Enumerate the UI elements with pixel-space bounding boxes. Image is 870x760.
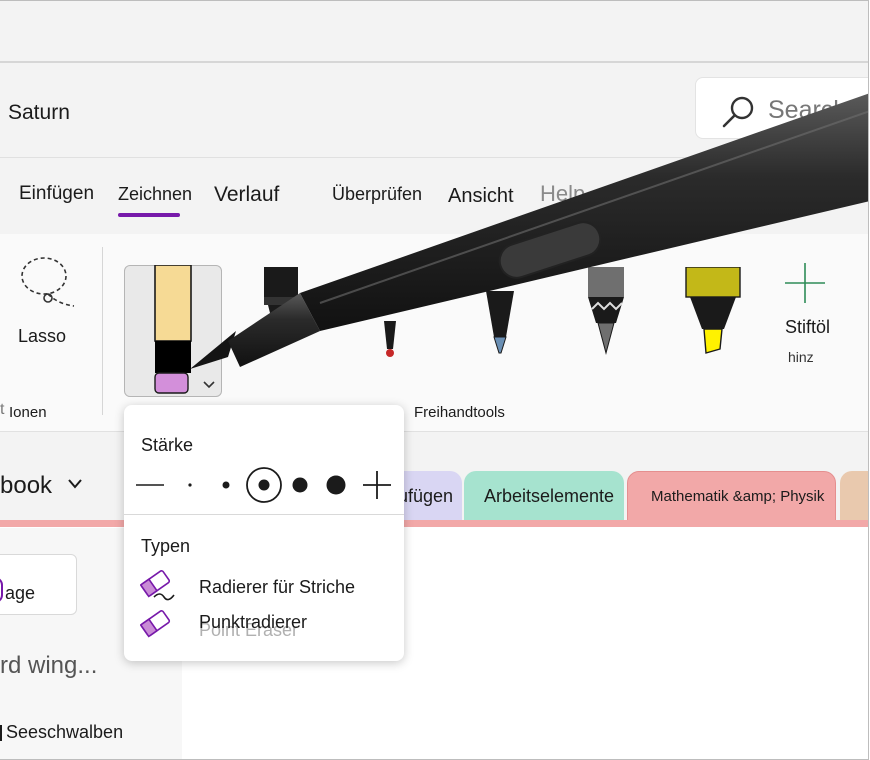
tab-view[interactable]: Ansicht (448, 185, 514, 208)
page-list-item[interactable]: Seeschwalben (6, 722, 123, 743)
eraser-icon (152, 264, 198, 402)
ribbon-divider (102, 247, 103, 415)
add-pen-sublabel[interactable]: hinz (788, 349, 814, 365)
document-title: Saturn (8, 101, 70, 124)
eraser-flyout: Stärke Typen Radierer für Striche Point … (124, 405, 404, 661)
tab-draw[interactable]: Zeichnen (118, 184, 192, 205)
stroke-eraser-icon[interactable] (139, 569, 176, 608)
tab-insert[interactable]: Einfügen (19, 183, 94, 205)
section-tab-more[interactable] (840, 471, 868, 523)
app-window: Saturn Search Einfügen Zeichnen Verlauf … (0, 0, 869, 760)
search-icon (722, 95, 756, 134)
tab-help[interactable]: Help (540, 181, 585, 207)
highlighter-icon[interactable] (684, 266, 742, 362)
section-tab-label: Mathematik &amp; Physik (651, 488, 825, 505)
search-box[interactable]: Search (695, 77, 868, 139)
section-tab-math[interactable]: Mathematik &amp; Physik (627, 471, 836, 523)
chevron-down-icon[interactable] (66, 477, 84, 496)
search-placeholder: Search (768, 96, 848, 124)
section-tab-work[interactable]: Arbeitselemente (464, 471, 624, 523)
pencil-icon[interactable] (586, 267, 628, 362)
active-tab-indicator (118, 213, 180, 217)
types-heading: Typen (141, 536, 191, 556)
group-selection-prefix: t (0, 401, 5, 418)
title-bar (0, 1, 868, 63)
plus-icon[interactable] (783, 261, 827, 310)
point-eraser-icon[interactable] (139, 607, 174, 644)
add-pen-label[interactable]: Stiftöl (785, 317, 830, 338)
tab-history[interactable]: Verlauf (214, 183, 279, 207)
lasso-label[interactable]: Lasso (18, 326, 66, 347)
add-page-button[interactable]: age (0, 554, 77, 615)
group-selection-label: Ionen (9, 404, 47, 421)
section-tab-label: ufügen (398, 486, 454, 506)
point-eraser-option[interactable]: Punktradierer (199, 612, 307, 633)
tab-review[interactable]: Überprüfen (332, 184, 422, 205)
stroke-eraser-option[interactable]: Radierer für Striche (199, 577, 355, 598)
add-page-label: age (5, 583, 36, 603)
marker-pen-icon[interactable] (262, 267, 302, 352)
group-tools-label: Freihandtools (414, 404, 505, 421)
lasso-icon[interactable] (18, 256, 78, 319)
section-tab-label: Arbeitselemente (484, 486, 615, 506)
notebook-name[interactable]: book (0, 472, 52, 500)
page-list-item[interactable]: rd wing... (0, 652, 97, 680)
red-pen-icon[interactable] (382, 321, 398, 366)
add-page-icon (0, 577, 3, 603)
thickness-options (136, 467, 391, 503)
chevron-down-icon[interactable] (202, 377, 216, 395)
text-cursor-icon (0, 725, 2, 741)
flyout-divider (124, 514, 404, 515)
strength-heading: Stärke (141, 435, 194, 455)
blue-pen-icon[interactable] (484, 291, 516, 362)
